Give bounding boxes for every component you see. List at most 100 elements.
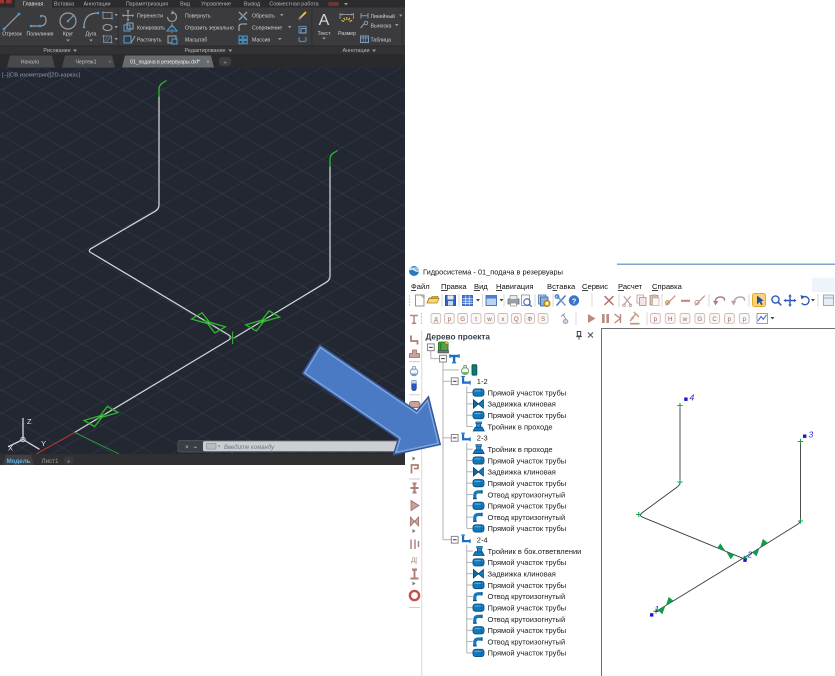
svg-text:×: ×	[108, 60, 111, 66]
svg-text:[–][СВ изометрия][2D-каркас]: [–][СВ изометрия][2D-каркас]	[2, 73, 81, 79]
svg-text:p: p	[742, 316, 746, 323]
svg-text:Прямой участок трубы: Прямой участок трубы	[488, 626, 567, 635]
svg-text:Прямой участок трубы: Прямой участок трубы	[488, 649, 567, 658]
svg-text:Параметризация: Параметризация	[126, 2, 168, 8]
svg-text:Прямой участок трубы: Прямой участок трубы	[488, 524, 567, 533]
svg-text:Копировать: Копировать	[137, 26, 165, 32]
svg-text:3: 3	[809, 430, 814, 440]
svg-text:Текст: Текст	[317, 31, 331, 37]
svg-text:Файл: Файл	[411, 282, 430, 291]
svg-text:д: д	[434, 316, 438, 323]
svg-text:2: 2	[747, 550, 753, 560]
svg-text:Массив: Массив	[252, 38, 270, 44]
svg-text:Q: Q	[514, 316, 519, 323]
svg-text:Задвижка клиновая: Задвижка клиновая	[488, 468, 556, 477]
svg-text:Масштаб: Масштаб	[185, 38, 207, 44]
svg-text:Д[: Д[	[411, 557, 417, 564]
svg-text:Задвижка клиновая: Задвижка клиновая	[488, 570, 556, 579]
svg-text:Редактирование: Редактирование	[184, 48, 225, 54]
svg-text:Лист1: Лист1	[42, 458, 59, 465]
svg-text:Прямой участок трубы: Прямой участок трубы	[488, 502, 567, 511]
svg-text:Таблица: Таблица	[371, 38, 391, 44]
svg-text:Прямой участок трубы: Прямой участок трубы	[488, 581, 567, 590]
svg-text:Вид: Вид	[180, 2, 191, 8]
svg-text:Начало: Начало	[21, 60, 40, 66]
svg-text:Вывод: Вывод	[244, 2, 261, 8]
svg-text:Круг: Круг	[63, 32, 73, 38]
svg-text:Сопряжение: Сопряжение	[252, 26, 282, 32]
svg-text:Ф: Ф	[527, 316, 532, 323]
svg-text:Прямой участок трубы: Прямой участок трубы	[488, 388, 567, 397]
svg-text:Навигация: Навигация	[496, 282, 534, 291]
svg-text:Вид: Вид	[474, 282, 488, 291]
svg-text:Аннотации: Аннотации	[84, 2, 111, 8]
svg-text:Обрезать: Обрезать	[252, 14, 275, 20]
svg-text:Перенести: Перенести	[137, 14, 163, 20]
svg-text:Справка: Справка	[652, 282, 683, 291]
svg-text:Задвижка клиновая: Задвижка клиновая	[488, 400, 556, 409]
svg-text:Тройник в проходе: Тройник в проходе	[488, 422, 553, 431]
svg-text:×: ×	[206, 60, 209, 66]
svg-text:H: H	[668, 316, 672, 323]
svg-text:Прямой участок трубы: Прямой участок трубы	[488, 558, 567, 567]
svg-text:⌁: ⌁	[194, 445, 198, 451]
svg-text:×: ×	[185, 444, 189, 451]
svg-text:Повернуть: Повернуть	[185, 14, 211, 20]
svg-text:Дерево проекта: Дерево проекта	[426, 333, 491, 342]
svg-text:Гидросистема - 01_подача в рез: Гидросистема - 01_подача в резервуары	[423, 268, 563, 277]
svg-text:Аннотации: Аннотации	[343, 48, 370, 54]
svg-text:?: ?	[572, 297, 577, 306]
svg-text:Отвод крутоизогнутый: Отвод крутоизогнутый	[488, 615, 566, 624]
svg-text:G: G	[697, 316, 702, 323]
svg-text:Управление: Управление	[201, 2, 231, 8]
svg-text:Полилиния: Полилиния	[27, 32, 54, 38]
svg-text:2-3: 2-3	[477, 434, 488, 443]
svg-text:Растянуть: Растянуть	[137, 38, 162, 44]
svg-text:Прямой участок трубы: Прямой участок трубы	[488, 479, 567, 488]
svg-text:+: +	[223, 59, 227, 66]
svg-text:t: t	[475, 316, 477, 323]
svg-text:X: X	[8, 444, 13, 453]
svg-text:Y: Y	[41, 439, 46, 448]
svg-text:Отрезок: Отрезок	[2, 32, 22, 38]
svg-text:4: 4	[690, 393, 695, 403]
svg-text:Рисование: Рисование	[43, 48, 70, 54]
svg-text:1-2: 1-2	[477, 377, 488, 386]
svg-text:p: p	[654, 316, 658, 323]
svg-text:Вставка: Вставка	[54, 2, 74, 8]
svg-text:1: 1	[655, 604, 660, 614]
svg-text:p: p	[448, 316, 452, 323]
svg-text:Отвод крутоизогнутый: Отвод крутоизогнутый	[488, 592, 566, 601]
svg-text:w: w	[682, 316, 688, 323]
svg-text:Прямой участок трубы: Прямой участок трубы	[488, 411, 567, 420]
svg-text:Введите команду: Введите команду	[224, 445, 275, 451]
svg-text:Главная: Главная	[23, 2, 44, 8]
svg-text:А: А	[319, 12, 330, 29]
svg-text:Выноска: Выноска	[371, 23, 392, 29]
svg-text:Отвод крутоизогнутый: Отвод крутоизогнутый	[488, 490, 566, 499]
svg-text:Модель: Модель	[7, 458, 31, 465]
svg-text:G: G	[460, 316, 465, 323]
svg-text:w: w	[486, 316, 492, 323]
svg-text:Чертеж1: Чертеж1	[75, 60, 96, 66]
svg-text:Отвод крутоизогнутый: Отвод крутоизогнутый	[488, 513, 566, 522]
svg-text:Z: Z	[27, 417, 32, 426]
svg-text:2-4: 2-4	[477, 536, 488, 545]
svg-text:Тройник в бок.ответвлении: Тройник в бок.ответвлении	[488, 547, 582, 556]
svg-text:+: +	[67, 458, 71, 465]
svg-text:Прямой участок трубы: Прямой участок трубы	[488, 456, 567, 465]
svg-text:Отвод крутоизогнутый: Отвод крутоизогнутый	[488, 637, 566, 646]
svg-text:S: S	[541, 316, 545, 323]
svg-text:Отразить зеркально: Отразить зеркально	[185, 26, 234, 32]
svg-text:Расчет: Расчет	[618, 282, 643, 291]
svg-text:Тройник в проходе: Тройник в проходе	[488, 445, 553, 454]
svg-text:Линейный: Линейный	[371, 13, 396, 20]
svg-text:Сервис: Сервис	[582, 282, 608, 291]
svg-text:Вставка: Вставка	[547, 282, 576, 291]
svg-text:Дуга: Дуга	[86, 32, 97, 38]
svg-text:Совместная работа: Совместная работа	[269, 2, 318, 8]
svg-text:Размер: Размер	[338, 31, 356, 37]
svg-text:Правка: Правка	[441, 282, 467, 291]
svg-text:01_подача в резервуары.dxf*: 01_подача в резервуары.dxf*	[130, 60, 200, 66]
svg-text:Прямой участок трубы: Прямой участок трубы	[488, 603, 567, 612]
